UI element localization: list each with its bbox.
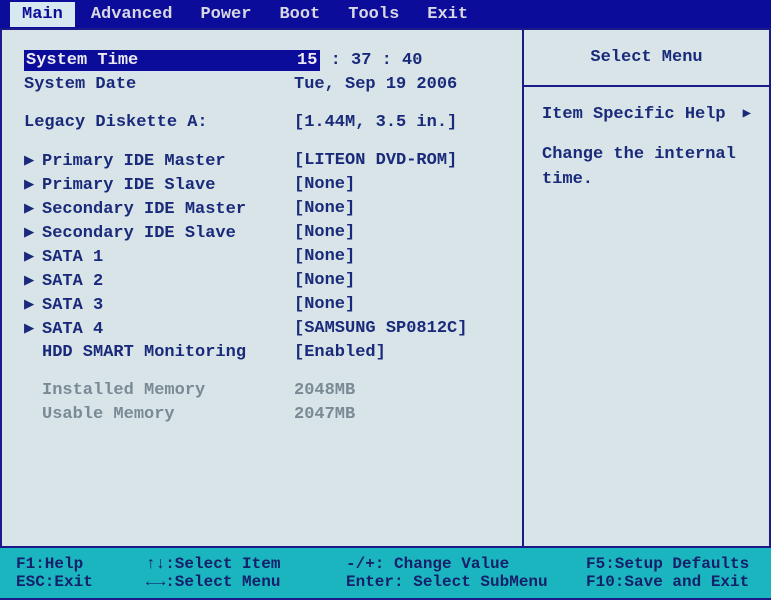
system-date-row[interactable]: System Date Tue, Sep 19 2006	[24, 72, 500, 96]
hdd-smart-value[interactable]: [Enabled]	[294, 343, 500, 362]
primary-ide-master-row[interactable]: ▶Primary IDE Master [LITEON DVD-ROM]	[24, 148, 500, 172]
key-leftright: ←→:Select Menu	[146, 573, 346, 591]
time-mm[interactable]: 37	[351, 51, 371, 70]
submenu-icon: ▶	[24, 270, 42, 291]
menu-tools[interactable]: Tools	[336, 2, 411, 27]
system-time-label: System Time	[24, 50, 294, 71]
sata-1-row[interactable]: ▶SATA 1 [None]	[24, 244, 500, 268]
key-updown: ↑↓:Select Item	[146, 555, 346, 573]
secondary-ide-master-value: [None]	[294, 199, 500, 218]
help-text: Change the internal time.	[542, 142, 751, 193]
key-plusminus: -/+: Change Value	[346, 555, 586, 573]
sata-4-value: [SAMSUNG SP0812C]	[294, 319, 500, 338]
key-f5: F5:Setup Defaults	[586, 555, 755, 573]
menu-boot[interactable]: Boot	[267, 2, 332, 27]
submenu-icon: ▶	[24, 174, 42, 195]
secondary-ide-master-label: Secondary IDE Master	[42, 200, 246, 219]
menu-main[interactable]: Main	[10, 2, 75, 27]
sata-4-label: SATA 4	[42, 320, 103, 339]
help-heading: Item Specific Help	[542, 102, 726, 128]
installed-memory-row: Installed Memory 2048MB	[24, 378, 500, 402]
installed-memory-label: Installed Memory	[42, 381, 205, 400]
usable-memory-value: 2047MB	[294, 405, 500, 424]
legacy-diskette-value[interactable]: [1.44M, 3.5 in.]	[294, 113, 500, 132]
submenu-icon: ▶	[24, 198, 42, 219]
sata-2-row[interactable]: ▶SATA 2 [None]	[24, 268, 500, 292]
submenu-icon: ▶	[24, 222, 42, 243]
sata-3-row[interactable]: ▶SATA 3 [None]	[24, 292, 500, 316]
usable-memory-label: Usable Memory	[42, 405, 175, 424]
help-heading-row: Item Specific Help ▶	[542, 102, 751, 128]
time-hh[interactable]: 15	[294, 50, 320, 71]
menu-exit[interactable]: Exit	[415, 2, 480, 27]
submenu-icon: ▶	[24, 246, 42, 267]
submenu-icon: ▶	[24, 150, 42, 171]
sata-1-value: [None]	[294, 247, 500, 266]
system-time-value[interactable]: 15 : 37 : 40	[294, 51, 500, 70]
system-time-row[interactable]: System Time 15 : 37 : 40	[24, 48, 500, 72]
submenu-icon: ▶	[24, 318, 42, 339]
help-title: Select Menu	[524, 30, 769, 87]
legacy-diskette-row[interactable]: Legacy Diskette A: [1.44M, 3.5 in.]	[24, 110, 500, 134]
legacy-diskette-label: Legacy Diskette A:	[24, 113, 294, 132]
secondary-ide-slave-label: Secondary IDE Slave	[42, 224, 236, 243]
key-f1: F1:Help	[16, 555, 146, 573]
secondary-ide-slave-row[interactable]: ▶Secondary IDE Slave [None]	[24, 220, 500, 244]
main-area: System Time 15 : 37 : 40 System Date Tue…	[0, 28, 771, 548]
settings-panel: System Time 15 : 37 : 40 System Date Tue…	[2, 30, 524, 546]
hdd-smart-row[interactable]: HDD SMART Monitoring [Enabled]	[24, 340, 500, 364]
sata-4-row[interactable]: ▶SATA 4 [SAMSUNG SP0812C]	[24, 316, 500, 340]
sata-2-label: SATA 2	[42, 272, 103, 291]
sata-2-value: [None]	[294, 271, 500, 290]
menu-advanced[interactable]: Advanced	[79, 2, 185, 27]
key-enter: Enter: Select SubMenu	[346, 573, 586, 591]
secondary-ide-slave-value: [None]	[294, 223, 500, 242]
primary-ide-slave-row[interactable]: ▶Primary IDE Slave [None]	[24, 172, 500, 196]
usable-memory-row: Usable Memory 2047MB	[24, 402, 500, 426]
sata-1-label: SATA 1	[42, 248, 103, 267]
time-ss[interactable]: 40	[402, 51, 422, 70]
primary-ide-master-value: [LITEON DVD-ROM]	[294, 151, 500, 170]
key-f10: F10:Save and Exit	[586, 573, 755, 591]
menubar: Main Advanced Power Boot Tools Exit	[0, 0, 771, 28]
system-date-label: System Date	[24, 75, 294, 94]
key-esc: ESC:Exit	[16, 573, 146, 591]
primary-ide-slave-label: Primary IDE Slave	[42, 176, 215, 195]
hdd-smart-label: HDD SMART Monitoring	[42, 343, 246, 362]
sata-3-label: SATA 3	[42, 296, 103, 315]
secondary-ide-master-row[interactable]: ▶Secondary IDE Master [None]	[24, 196, 500, 220]
primary-ide-master-label: Primary IDE Master	[42, 152, 226, 171]
help-panel: Select Menu Item Specific Help ▶ Change …	[524, 30, 769, 546]
installed-memory-value: 2048MB	[294, 381, 500, 400]
system-date-value[interactable]: Tue, Sep 19 2006	[294, 75, 500, 94]
footer: F1:Help ↑↓:Select Item -/+: Change Value…	[0, 548, 771, 598]
submenu-icon: ▶	[24, 294, 42, 315]
menu-power[interactable]: Power	[188, 2, 263, 27]
help-arrow-icon: ▶	[743, 104, 751, 125]
primary-ide-slave-value: [None]	[294, 175, 500, 194]
sata-3-value: [None]	[294, 295, 500, 314]
